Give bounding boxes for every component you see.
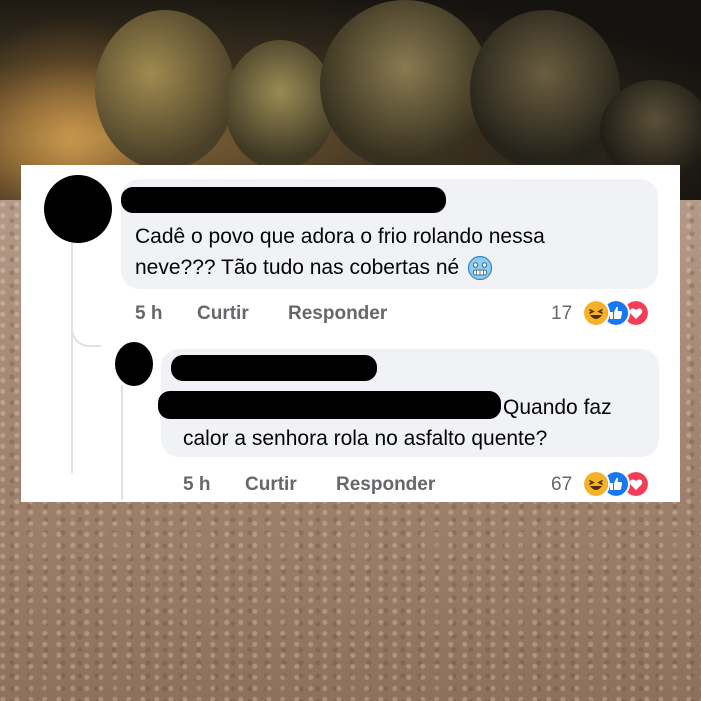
- comment-text: Cadê o povo que adora o frio rolando nes…: [135, 221, 545, 283]
- comment-reactions[interactable]: [582, 299, 652, 327]
- tree: [225, 40, 335, 170]
- comment-reaction-count[interactable]: 17: [551, 303, 572, 325]
- comment-text-line2: neve??? Tão tudo nas cobertas né: [135, 252, 545, 283]
- cold-face-emoji-icon: [467, 256, 493, 281]
- reply-like-button[interactable]: Curtir: [245, 474, 297, 496]
- comment-reply-button[interactable]: Responder: [288, 303, 387, 325]
- comment-timestamp[interactable]: 5 h: [135, 303, 162, 325]
- tree: [470, 10, 620, 170]
- thread-line: [121, 385, 123, 500]
- reply-text: Quando faz calor a senhora rola no asfal…: [183, 392, 612, 454]
- replier-avatar[interactable]: [115, 342, 153, 386]
- comment-like-button[interactable]: Curtir: [197, 303, 249, 325]
- commenter-avatar[interactable]: [44, 175, 112, 243]
- redacted-replier-name: [171, 355, 377, 381]
- reply-text-line1: Quando faz: [183, 392, 612, 423]
- reply-reply-button[interactable]: Responder: [336, 474, 435, 496]
- reply-text-line2: calor a senhora rola no asfalto quente?: [183, 427, 548, 450]
- reply-reactions[interactable]: [582, 470, 652, 498]
- haha-reaction-icon: [582, 299, 610, 327]
- tree: [320, 0, 490, 170]
- tree: [95, 10, 235, 170]
- reply-text-line1-suffix: Quando faz: [503, 396, 612, 419]
- comment-text-line2-text: neve??? Tão tudo nas cobertas né: [135, 256, 460, 279]
- facebook-comment-card: Cadê o povo que adora o frio rolando nes…: [21, 165, 680, 502]
- reply-timestamp[interactable]: 5 h: [183, 474, 210, 496]
- thread-line: [71, 243, 73, 473]
- reply-reaction-count[interactable]: 67: [551, 474, 572, 496]
- redacted-commenter-name: [121, 187, 446, 213]
- comment-text-line1: Cadê o povo que adora o frio rolando nes…: [135, 225, 545, 248]
- reply-thread-connector: [71, 325, 101, 347]
- haha-reaction-icon: [582, 470, 610, 498]
